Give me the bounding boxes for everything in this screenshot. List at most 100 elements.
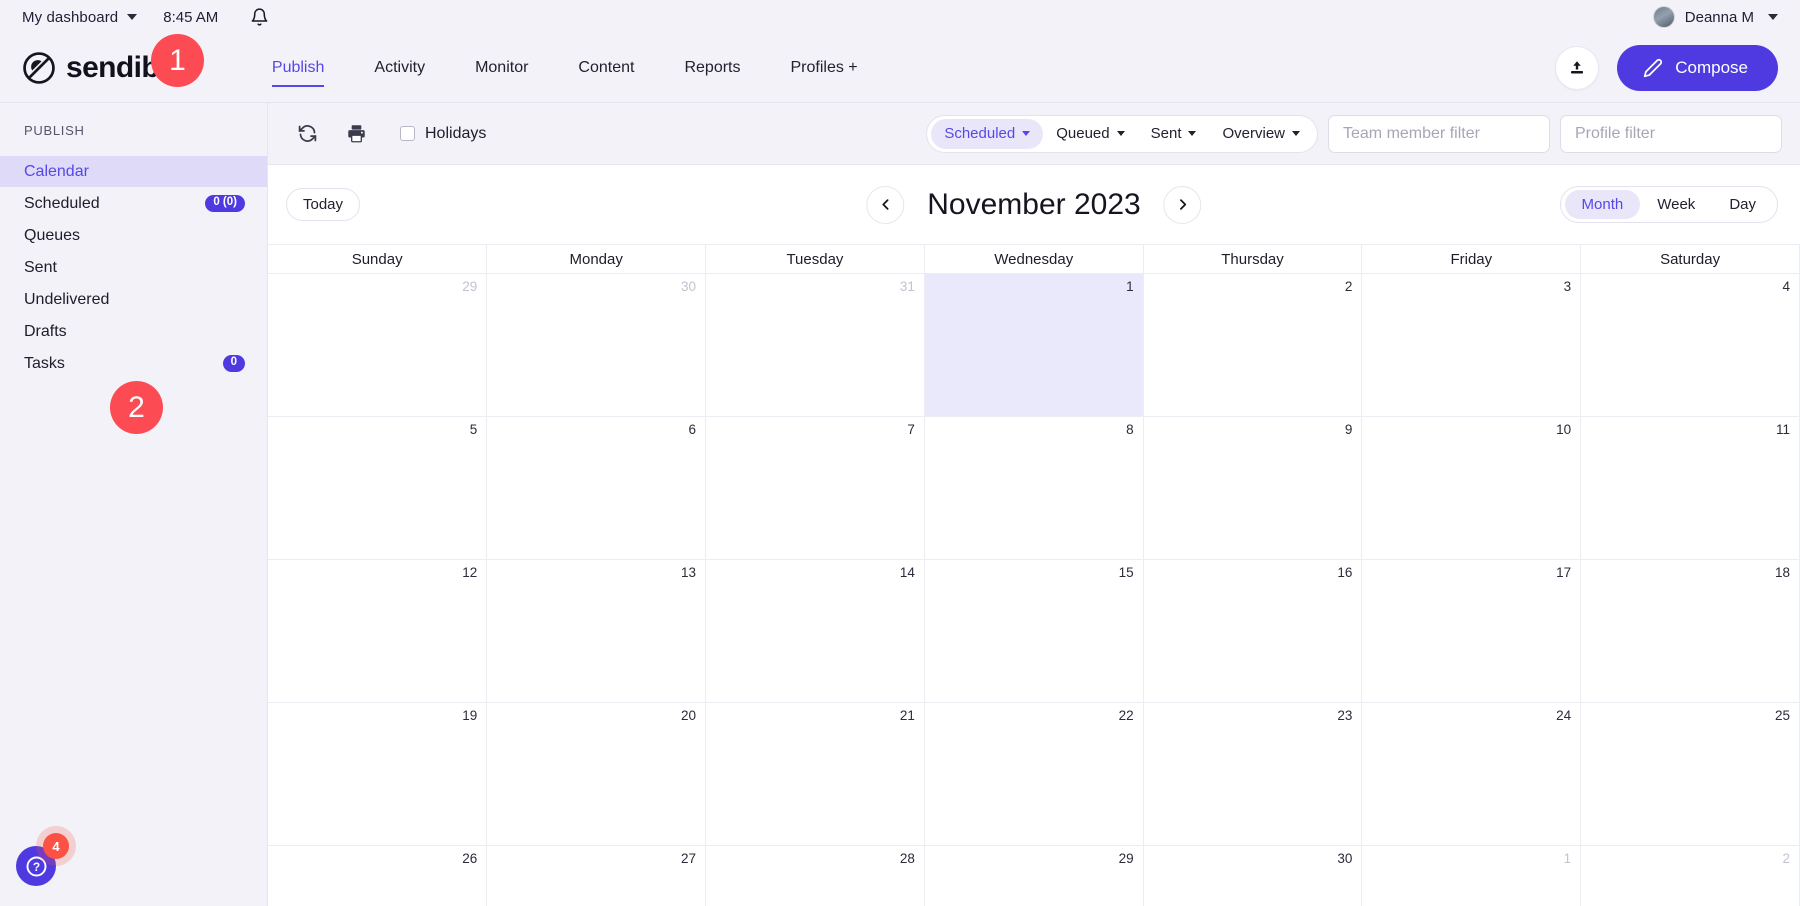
nav-item-reports[interactable]: Reports [659, 34, 765, 103]
calendar-day-cell[interactable]: 2 [1142, 273, 1363, 417]
sidebar-item-drafts[interactable]: Drafts [0, 316, 267, 347]
view-toggle-month[interactable]: Month [1564, 190, 1641, 219]
calendar-day-cell[interactable]: 1 [1361, 845, 1582, 906]
profile-filter-input[interactable] [1560, 114, 1782, 153]
annotation-marker-label: 1 [169, 43, 186, 77]
calendar-day-number: 9 [1344, 422, 1353, 437]
calendar-day-number: 24 [1556, 708, 1572, 723]
dashboard-selector[interactable]: My dashboard [22, 9, 138, 26]
user-name: Deanna M [1684, 8, 1754, 26]
calendar-day-cell[interactable]: 4 [1580, 273, 1800, 417]
user-menu-chevron-down-icon[interactable] [1768, 14, 1778, 20]
calendar-day-number: 14 [899, 565, 915, 580]
nav-item-monitor[interactable]: Monitor [450, 34, 553, 103]
bell-icon[interactable] [250, 7, 269, 27]
nav-item-content[interactable]: Content [553, 34, 659, 103]
nav-item-activity[interactable]: Activity [349, 34, 450, 103]
sidebar-item-calendar[interactable]: Calendar [0, 156, 267, 187]
nav-item-publish[interactable]: Publish [247, 34, 349, 103]
calendar-day-number: 18 [1774, 565, 1790, 580]
calendar-day-cell[interactable]: 12 [268, 559, 488, 703]
calendar-day-cell[interactable]: 2 [1580, 845, 1800, 906]
calendar-day-cell[interactable]: 3 [1361, 273, 1582, 417]
weekday-header-thursday: Thursday [1142, 244, 1363, 274]
sidebar-item-sent[interactable]: Sent [0, 252, 267, 283]
upload-button[interactable] [1555, 46, 1600, 90]
calendar-day-cell[interactable]: 25 [1580, 702, 1800, 846]
calendar-day-number: 30 [681, 279, 697, 294]
sidebar-item-undelivered[interactable]: Undelivered [0, 284, 267, 315]
calendar-day-cell[interactable]: 10 [1361, 416, 1582, 560]
calendar-day-cell[interactable]: 1 [923, 273, 1144, 417]
sidebar-item-tasks[interactable]: Tasks 0 [0, 348, 267, 379]
weekday-header-saturday: Saturday [1580, 244, 1800, 274]
calendar-day-cell[interactable]: 17 [1361, 559, 1582, 703]
status-filter-sent[interactable]: Sent [1138, 119, 1210, 149]
view-toggle-week[interactable]: Week [1640, 190, 1712, 219]
chevron-down-icon [127, 14, 138, 20]
utility-bar-left: My dashboard 8:45 AM [22, 7, 269, 27]
calendar-day-cell[interactable]: 15 [923, 559, 1144, 703]
next-month-button[interactable] [1163, 185, 1202, 224]
calendar-day-cell[interactable]: 22 [923, 702, 1144, 846]
help-notification-badge[interactable]: 4 [43, 833, 69, 859]
calendar-day-cell[interactable]: 30 [486, 273, 707, 417]
previous-month-button[interactable] [866, 185, 905, 224]
calendar-week-row: 19 20 21 22 23 24 25 [268, 702, 1800, 846]
calendar-day-cell[interactable]: 21 [705, 702, 925, 846]
calendar-day-number: 29 [462, 279, 478, 294]
calendar-day-number: 23 [1337, 708, 1353, 723]
nav-item-profiles[interactable]: Profiles + [766, 34, 883, 103]
calendar-day-cell[interactable]: 5 [268, 416, 488, 560]
annotation-marker-2: 2 [110, 381, 163, 434]
print-button[interactable] [337, 117, 376, 150]
compose-button[interactable]: Compose [1617, 45, 1778, 91]
calendar-day-number: 2 [1782, 851, 1790, 866]
nav-item-label: Profiles + [790, 59, 858, 76]
help-badge-count: 4 [52, 838, 60, 854]
calendar-day-cell[interactable]: 26 [268, 845, 488, 906]
holidays-toggle[interactable]: Holidays [400, 125, 486, 143]
calendar-day-cell[interactable]: 9 [1142, 416, 1363, 560]
calendar-day-cell[interactable]: 31 [705, 273, 925, 417]
today-button[interactable]: Today [286, 188, 361, 221]
calendar-day-cell[interactable]: 8 [923, 416, 1144, 560]
calendar-day-number: 13 [681, 565, 697, 580]
segment-label: Queued [1056, 125, 1110, 142]
calendar-day-cell[interactable]: 18 [1580, 559, 1800, 703]
nav-item-label: Content [578, 59, 635, 76]
calendar-day-cell[interactable]: 23 [1142, 702, 1363, 846]
calendar-day-cell[interactable]: 11 [1580, 416, 1800, 560]
calendar-day-cell[interactable]: 14 [705, 559, 925, 703]
status-filter-queued[interactable]: Queued [1043, 119, 1137, 149]
calendar-day-cell[interactable]: 29 [923, 845, 1144, 906]
calendar-day-number: 29 [1118, 851, 1134, 866]
status-filter-group: Scheduled Queued Sent Overview [926, 114, 1318, 153]
status-filter-scheduled[interactable]: Scheduled [931, 118, 1044, 149]
weekday-header-sunday: Sunday [268, 244, 488, 274]
sidebar-item-label: Sent [24, 258, 57, 276]
view-toggle-day[interactable]: Day [1712, 190, 1773, 219]
utility-bar: My dashboard 8:45 AM Deanna M [0, 0, 1800, 34]
status-filter-overview[interactable]: Overview [1209, 119, 1313, 149]
calendar-day-cell[interactable]: 6 [486, 416, 707, 560]
calendar-day-cell[interactable]: 20 [486, 702, 707, 846]
team-member-filter-input[interactable] [1328, 114, 1550, 153]
sidebar-item-queues[interactable]: Queues [0, 220, 267, 251]
segment-label: Scheduled [944, 125, 1016, 142]
calendar-day-cell[interactable]: 27 [486, 845, 707, 906]
calendar-day-cell[interactable]: 30 [1142, 845, 1363, 906]
calendar-day-number: 26 [462, 851, 478, 866]
calendar-day-cell[interactable]: 28 [705, 845, 925, 906]
refresh-button[interactable] [288, 117, 327, 150]
calendar-day-cell[interactable]: 13 [486, 559, 707, 703]
calendar-day-number: 30 [1337, 851, 1353, 866]
calendar-day-cell[interactable]: 16 [1142, 559, 1363, 703]
calendar-day-cell[interactable]: 7 [705, 416, 925, 560]
calendar-day-cell[interactable]: 19 [268, 702, 488, 846]
calendar-day-cell[interactable]: 29 [268, 273, 488, 417]
holidays-checkbox[interactable] [400, 126, 415, 141]
sidebar-item-scheduled[interactable]: Scheduled 0 (0) [0, 188, 267, 219]
calendar-day-cell[interactable]: 24 [1361, 702, 1582, 846]
calendar-weekday-header-row: Sunday Monday Tuesday Wednesday Thursday… [268, 244, 1800, 274]
